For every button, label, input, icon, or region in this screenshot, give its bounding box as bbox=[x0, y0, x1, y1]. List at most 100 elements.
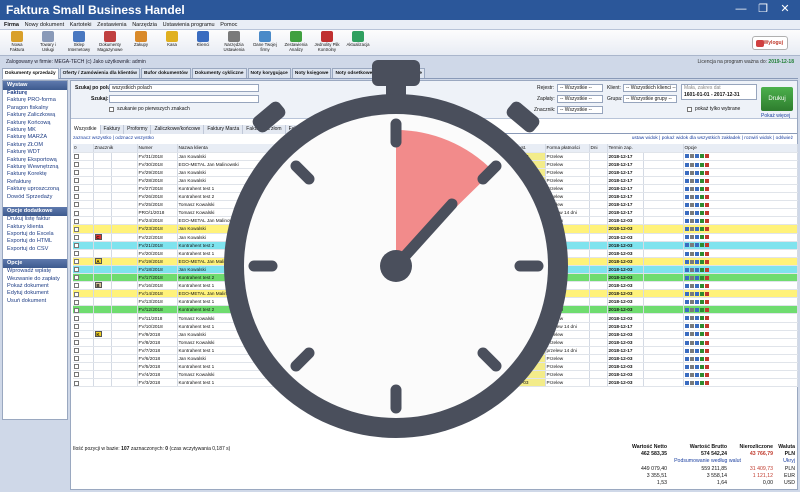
row-checkbox[interactable] bbox=[74, 315, 79, 321]
col-client[interactable]: Nazwa klienta bbox=[177, 144, 356, 153]
edit-icon[interactable] bbox=[694, 162, 699, 167]
delete-icon[interactable] bbox=[704, 211, 709, 216]
table-row[interactable]: FV/5/2018 Kontrahent test 1 727-111-23-34 2… bbox=[73, 362, 798, 372]
edit-icon[interactable] bbox=[694, 316, 699, 321]
row-checkbox[interactable] bbox=[74, 331, 79, 337]
row-checkbox[interactable] bbox=[74, 267, 79, 273]
toolbar-button-11[interactable]: Aktualizacja bbox=[345, 31, 371, 55]
edit-icon[interactable] bbox=[694, 211, 699, 216]
row-checkbox[interactable] bbox=[74, 170, 79, 176]
sidebar-item[interactable]: Fakturę MARŻA bbox=[3, 134, 67, 141]
table-row[interactable]: FV/31/2018 Jan Kowalski 727-251-78-44 77,00… bbox=[73, 152, 798, 161]
info-icon[interactable] bbox=[684, 170, 689, 175]
toolbar-button-0[interactable]: Nowa Faktura bbox=[4, 31, 30, 55]
first-chars-checkbox[interactable] bbox=[109, 107, 114, 112]
info-icon[interactable] bbox=[684, 316, 689, 321]
sidebar-item[interactable]: Dowód Sprzedaży bbox=[3, 194, 67, 201]
col-check[interactable]: 0 bbox=[73, 144, 94, 153]
subtab-5[interactable]: Faktury za złom bbox=[243, 125, 286, 134]
pay-icon[interactable] bbox=[699, 251, 704, 256]
toolbar-button-4[interactable]: Zakupy bbox=[128, 31, 154, 55]
delete-icon[interactable] bbox=[704, 316, 709, 321]
menu-records[interactable]: Kartoteki bbox=[70, 20, 92, 30]
sidebar-item[interactable]: Paragon fiskalny bbox=[3, 105, 67, 112]
delete-icon[interactable] bbox=[704, 275, 709, 280]
logout-button[interactable]: Wyloguj bbox=[752, 36, 788, 50]
table-row[interactable]: FV/23/2018 Jan Kowalski 727-251-78-44 33 73… bbox=[73, 224, 798, 234]
row-checkbox[interactable] bbox=[74, 218, 79, 224]
print-icon[interactable] bbox=[689, 332, 694, 337]
row-checkbox[interactable] bbox=[74, 291, 79, 297]
table-row[interactable]: FV/6/2018 Jan Kowalski 727-251-78-44 26 504… bbox=[73, 354, 798, 364]
col-nip[interactable]: NIP klienta bbox=[355, 144, 426, 153]
print-icon[interactable] bbox=[689, 211, 694, 216]
sidebar-item[interactable]: Wprowadź wpłatę bbox=[3, 268, 67, 275]
sidebar-item[interactable]: Exportuj do Excela bbox=[3, 231, 67, 238]
sidebar-item[interactable]: Fakturę Końcową bbox=[3, 120, 67, 127]
close-icon[interactable]: ✕ bbox=[776, 2, 794, 16]
info-icon[interactable] bbox=[684, 300, 689, 305]
print-icon[interactable] bbox=[689, 364, 694, 369]
edit-icon[interactable] bbox=[694, 227, 699, 232]
print-icon[interactable] bbox=[689, 381, 694, 386]
row-checkbox[interactable] bbox=[74, 251, 79, 257]
pay-icon[interactable] bbox=[699, 235, 704, 240]
row-checkbox[interactable] bbox=[74, 153, 79, 159]
table-row[interactable]: FV/24/2018 EGO-METAL Jan Malinowski 727-49… bbox=[73, 216, 798, 226]
table-row[interactable]: FV/4/2018 Tomasz Kowalski 727-435-45-43 33 … bbox=[73, 370, 798, 380]
row-checkbox[interactable] bbox=[74, 234, 79, 240]
maximize-icon[interactable]: ❐ bbox=[754, 2, 772, 16]
show-selected-checkbox[interactable] bbox=[687, 107, 692, 112]
pay-icon[interactable] bbox=[699, 308, 704, 313]
print-icon[interactable] bbox=[689, 324, 694, 329]
subtab-1[interactable]: Faktury bbox=[100, 125, 125, 134]
table-row[interactable]: FV/27/2018 Kontrahent test 1 727-111-23-34… bbox=[73, 184, 798, 194]
print-icon[interactable] bbox=[689, 194, 694, 199]
edit-icon[interactable] bbox=[694, 381, 699, 386]
edit-icon[interactable] bbox=[694, 243, 699, 248]
edit-icon[interactable] bbox=[694, 308, 699, 313]
print-icon[interactable] bbox=[689, 356, 694, 361]
edit-icon[interactable] bbox=[694, 364, 699, 369]
edit-icon[interactable] bbox=[694, 251, 699, 256]
col-payment[interactable]: Forma płatności bbox=[545, 144, 590, 153]
pay-icon[interactable] bbox=[699, 219, 704, 224]
toolbar-button-10[interactable]: Jednolity Plik Kontrolny bbox=[314, 31, 340, 55]
pay-icon[interactable] bbox=[699, 283, 704, 288]
print-icon[interactable] bbox=[689, 235, 694, 240]
edit-icon[interactable] bbox=[694, 235, 699, 240]
pay-icon[interactable] bbox=[699, 162, 704, 167]
table-row[interactable]: PRO/1/2018 Tomasz Kowalski 727-435-45-43 86… bbox=[73, 208, 798, 218]
date-to[interactable]: 2017-12-31 bbox=[714, 92, 740, 98]
info-icon[interactable] bbox=[684, 219, 689, 224]
pay-icon[interactable] bbox=[699, 186, 704, 191]
pay-icon[interactable] bbox=[699, 194, 704, 199]
pay-icon[interactable] bbox=[699, 267, 704, 272]
sidebar-item[interactable]: Fakturę ZŁOM bbox=[3, 142, 67, 149]
pay-icon[interactable] bbox=[699, 372, 704, 377]
print-icon[interactable] bbox=[689, 186, 694, 191]
toolbar-button-6[interactable]: Klienci bbox=[190, 31, 216, 55]
info-icon[interactable] bbox=[684, 292, 689, 296]
subtab-0[interactable]: Wszystkie bbox=[71, 125, 101, 134]
sidebar-item[interactable]: Fakturę Wewnętrzną bbox=[3, 164, 67, 171]
col-due[interactable]: Do zapłaty bbox=[463, 144, 504, 153]
edit-icon[interactable] bbox=[694, 170, 699, 175]
sidebar-item[interactable]: Fakturę uproszczoną bbox=[3, 186, 67, 193]
edit-icon[interactable] bbox=[694, 275, 699, 280]
row-checkbox[interactable] bbox=[74, 259, 79, 265]
col-number[interactable]: Numer bbox=[137, 144, 178, 153]
sidebar-item[interactable]: Edytuj dokument bbox=[3, 290, 67, 297]
menu-firma[interactable]: Firma bbox=[4, 20, 19, 30]
view-links[interactable]: ustaw widok | pokaż widok dla wszystkich… bbox=[632, 135, 793, 143]
info-icon[interactable] bbox=[684, 283, 689, 288]
delete-icon[interactable] bbox=[704, 356, 709, 361]
toolbar-button-9[interactable]: Zestawienia Analizy bbox=[283, 31, 309, 55]
toolbar-button-7[interactable]: Narzędzia Ustawienia bbox=[221, 31, 247, 55]
print-button[interactable]: Drukuj bbox=[761, 87, 793, 111]
sidebar-item[interactable]: Faktury klienta bbox=[3, 224, 67, 231]
info-icon[interactable] bbox=[684, 308, 689, 313]
sidebar-item[interactable]: Exportuj do CSV bbox=[3, 246, 67, 253]
sidebar-item[interactable]: Exportuj do HTML bbox=[3, 238, 67, 245]
info-icon[interactable] bbox=[684, 275, 689, 280]
